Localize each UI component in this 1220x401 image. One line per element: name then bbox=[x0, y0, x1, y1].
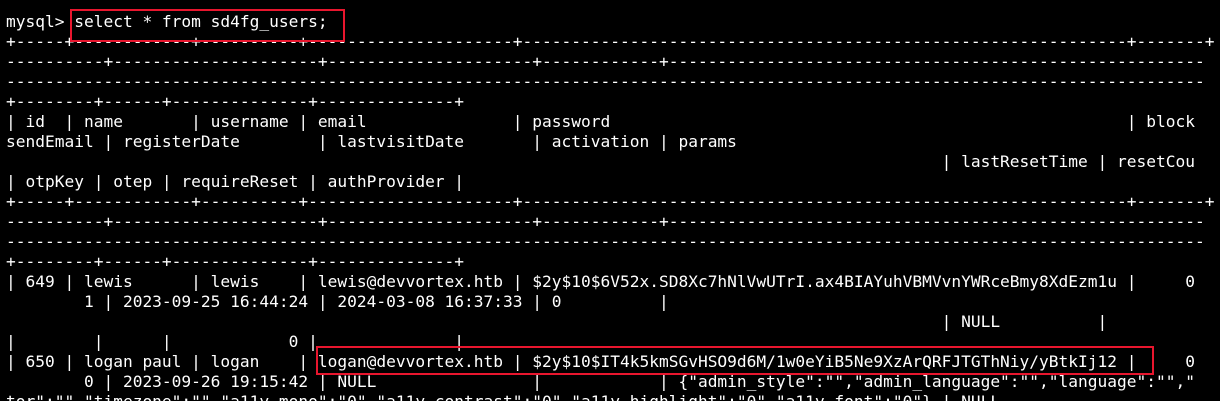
table-border: +-----+------------+----------+---------… bbox=[6, 192, 1215, 211]
table-border: ----------------------------------------… bbox=[6, 232, 1205, 251]
table-row: | NULL | bbox=[6, 312, 1108, 331]
table-row: 1 | 2023-09-25 16:44:24 | 2024-03-08 16:… bbox=[6, 292, 669, 311]
table-border: ----------+---------------------+-------… bbox=[6, 212, 1205, 231]
table-border: +-----+------------+----------+---------… bbox=[6, 32, 1215, 51]
table-row: tor":"","timezone":"","a11y_mono":"0","a… bbox=[6, 392, 1000, 401]
table-header-row: | lastResetTime | resetCou bbox=[6, 152, 1195, 171]
table-row: 0 | 2023-09-26 19:15:42 | NULL | | {"adm… bbox=[6, 372, 1195, 391]
table-header-row: sendEmail | registerDate | lastvisitDate… bbox=[6, 132, 737, 151]
table-row: | 649 | lewis | lewis | lewis@devvortex.… bbox=[6, 272, 1195, 291]
terminal-window[interactable]: mysql> select * from sd4fg_users; +-----… bbox=[0, 0, 1220, 401]
command-line: mysql> select * from sd4fg_users; bbox=[6, 12, 328, 31]
table-row: | 650 | logan paul | logan | logan@devvo… bbox=[6, 352, 1195, 371]
table-border: +--------+------+--------------+--------… bbox=[6, 252, 465, 271]
table-border: +--------+------+--------------+--------… bbox=[6, 92, 465, 111]
table-row: | | | 0 | | bbox=[6, 332, 465, 351]
table-border: ----------+---------------------+-------… bbox=[6, 52, 1205, 71]
table-header-row: | id | name | username | email | passwor… bbox=[6, 112, 1195, 131]
table-header-row: | otpKey | otep | requireReset | authPro… bbox=[6, 172, 465, 191]
table-border: ----------------------------------------… bbox=[6, 72, 1205, 91]
